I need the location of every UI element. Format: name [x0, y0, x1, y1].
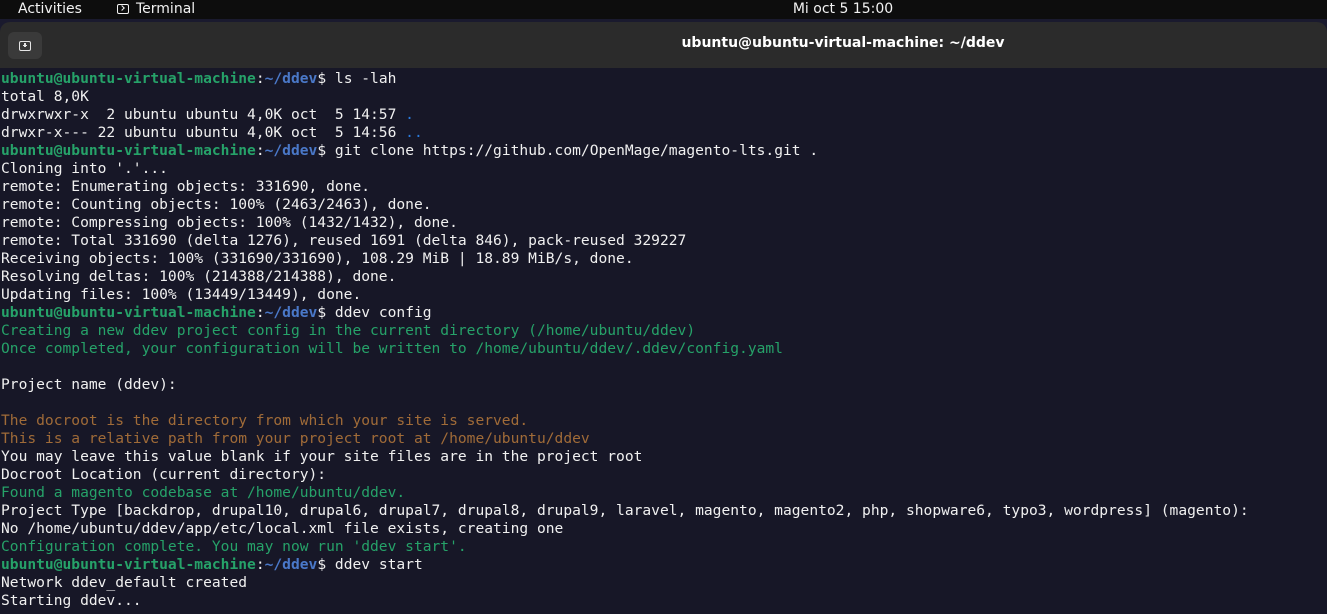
terminal-line: Project name (ddev): [1, 376, 1249, 394]
terminal-line: ubuntu@ubuntu-virtual-machine:~/ddev$ dd… [1, 556, 423, 573]
output-text: This is a relative path from your projec… [1, 430, 590, 447]
terminal-line: ubuntu@ubuntu-virtual-machine:~/ddev$ dd… [1, 304, 432, 321]
terminal-line: This is a relative path from your projec… [1, 430, 1249, 448]
command-text: git clone https://github.com/OpenMage/ma… [334, 142, 819, 159]
terminal-line: remote: Compressing objects: 100% (1432/… [1, 214, 1249, 232]
output-text: The docroot is the directory from which … [1, 412, 529, 429]
output-text: Project name (ddev): [1, 376, 177, 393]
terminal-line: total 8,0K [1, 88, 1249, 106]
terminal-line: You may leave this value blank if your s… [1, 448, 1249, 466]
terminal-line: ubuntu@ubuntu-virtual-machine:~/ddev$ gi… [1, 142, 819, 159]
top-bar: Activities Terminal Mi oct 5 15:00 [0, 0, 1327, 19]
output-text: Project Type [backdrop, drupal10, drupal… [1, 502, 1249, 519]
terminal-line: Creating a new ddev project config in th… [1, 322, 1249, 340]
output-text: Once completed, your configuration will … [1, 340, 783, 357]
terminal-line: Configuration complete. You may now run … [1, 538, 1249, 556]
output-text: remote: Compressing objects: 100% (1432/… [1, 214, 458, 231]
output-text: No /home/ubuntu/ddev/app/etc/local.xml f… [1, 520, 564, 537]
output-text: Network ddev_default created [1, 574, 248, 591]
terminal-line: Cloning into '.'... [1, 160, 1249, 178]
terminal-line: Updating files: 100% (13449/13449), done… [1, 286, 1249, 304]
terminal-line: remote: Total 331690 (delta 1276), reuse… [1, 232, 1249, 250]
window-title: ubuntu@ubuntu-virtual-machine: ~/ddev [681, 35, 1005, 51]
terminal-line: Project Type [backdrop, drupal10, drupal… [1, 502, 1249, 520]
output-text: Docroot Location (current directory): [1, 466, 327, 483]
output-text: Resolving deltas: 100% (214388/214388), … [1, 268, 397, 285]
terminal-line: drwxr-x--- 22 ubuntu ubuntu 4,0K oct 5 1… [1, 124, 1249, 142]
command-text: ddev config [334, 304, 432, 321]
terminal-line: No /home/ubuntu/ddev/app/etc/local.xml f… [1, 520, 1249, 538]
prompt-path: ~/ddev [264, 556, 318, 573]
prompt-path: ~/ddev [264, 142, 318, 159]
output-text: Updating files: 100% (13449/13449), done… [1, 286, 362, 303]
clock[interactable]: Mi oct 5 15:00 [0, 0, 1327, 18]
output-text: remote: Enumerating objects: 331690, don… [1, 178, 371, 195]
terminal-line: Found a magento codebase at /home/ubuntu… [1, 484, 1249, 502]
prompt-user: ubuntu@ubuntu-virtual-machine [1, 70, 256, 87]
terminal-line: Docroot Location (current directory): [1, 466, 1249, 484]
terminal-output[interactable]: ubuntu@ubuntu-virtual-machine:~/ddev$ ls… [0, 68, 1327, 614]
directory-name: .. [405, 124, 423, 141]
prompt-path: ~/ddev [264, 304, 318, 321]
prompt-user: ubuntu@ubuntu-virtual-machine [1, 556, 256, 573]
terminal-line: remote: Enumerating objects: 331690, don… [1, 178, 1249, 196]
output-text: Creating a new ddev project config in th… [1, 322, 696, 339]
output-text: Configuration complete. You may now run … [1, 538, 467, 555]
window-titlebar: ubuntu@ubuntu-virtual-machine: ~/ddev [0, 22, 1327, 68]
terminal-line: Network ddev_default created [1, 574, 1249, 592]
output-text: remote: Counting objects: 100% (2463/246… [1, 196, 432, 213]
output-text: You may leave this value blank if your s… [1, 448, 643, 465]
terminal-line: The docroot is the directory from which … [1, 412, 1249, 430]
ls-entry: drwxrwxr-x 2 ubuntu ubuntu 4,0K oct 5 14… [1, 106, 406, 123]
terminal-line: Resolving deltas: 100% (214388/214388), … [1, 268, 1249, 286]
output-text: Starting ddev... [1, 592, 142, 609]
terminal-line: drwxrwxr-x 2 ubuntu ubuntu 4,0K oct 5 14… [1, 106, 1249, 124]
output-text: remote: Total 331690 (delta 1276), reuse… [1, 232, 687, 249]
output-text: Receiving objects: 100% (331690/331690),… [1, 250, 634, 267]
terminal-line: ubuntu@ubuntu-virtual-machine:~/ddev$ ls… [1, 70, 397, 87]
command-text: ddev start [334, 556, 423, 573]
terminal-line: Once completed, your configuration will … [1, 340, 1249, 358]
ls-entry: drwxr-x--- 22 ubuntu ubuntu 4,0K oct 5 1… [1, 124, 406, 141]
terminal-line: Receiving objects: 100% (331690/331690),… [1, 250, 1249, 268]
command-text: ls -lah [334, 70, 397, 87]
directory-name: . [405, 106, 414, 123]
terminal-line: remote: Counting objects: 100% (2463/246… [1, 196, 1249, 214]
output-text: total 8,0K [1, 88, 89, 105]
prompt-path: ~/ddev [264, 70, 318, 87]
terminal-line: Starting ddev... [1, 592, 1249, 610]
prompt-user: ubuntu@ubuntu-virtual-machine [1, 304, 256, 321]
output-text: Cloning into '.'... [1, 160, 168, 177]
prompt-user: ubuntu@ubuntu-virtual-machine [1, 142, 256, 159]
output-text: Found a magento codebase at /home/ubuntu… [1, 484, 406, 501]
